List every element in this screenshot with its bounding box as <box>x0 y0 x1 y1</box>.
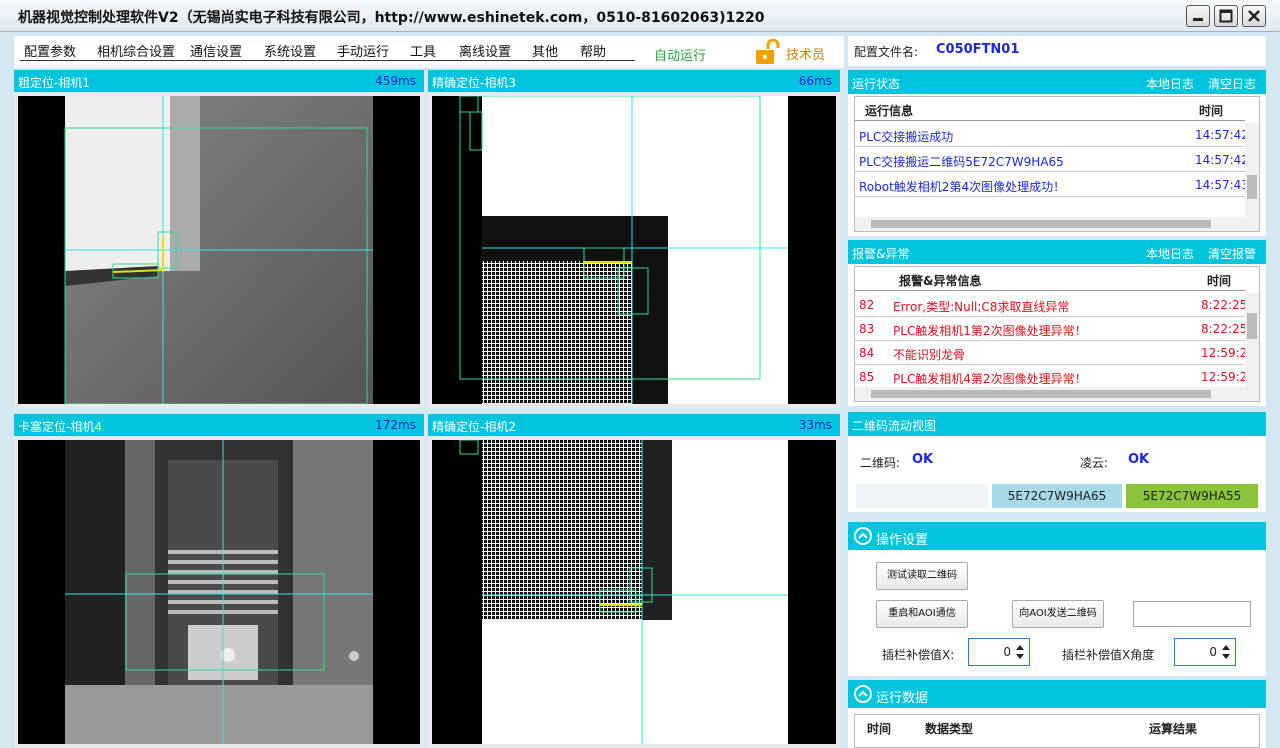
run-data-panel: 运行数据 时间 数据类型 运算结果 <box>848 680 1266 748</box>
window-title: 机器视觉控制处理软件V2（无锡尚实电子科技有限公司，http://www.esh… <box>18 10 765 26</box>
camera-time: 172ms <box>375 418 416 432</box>
spinner-icon <box>1222 645 1230 659</box>
menu-system-settings[interactable]: 系统设置 <box>264 41 316 60</box>
restart-aoi-button[interactable]: 重启和AOI通信 <box>876 600 968 628</box>
main-window: 机器视觉控制处理软件V2（无锡尚实电子科技有限公司，http://www.esh… <box>0 0 1280 748</box>
qr-cell-code1: 5E72C7W9HA65 <box>992 484 1122 508</box>
clear-log-link[interactable]: 清空日志 <box>1208 75 1256 92</box>
alarm-local-log-link[interactable]: 本地日志 <box>1146 245 1194 262</box>
horizontal-scrollbar[interactable] <box>855 217 1259 231</box>
cloud-label: 凌云: <box>1080 456 1109 470</box>
maximize-icon <box>1219 9 1233 23</box>
test-read-qr-button[interactable]: 测试读取二维码 <box>876 562 968 590</box>
menu-bar: 配置参数 相机综合设置 通信设置 系统设置 手动运行 工具 离线设置 其他 帮助… <box>14 36 844 68</box>
qr-title: 二维码流动视图 <box>852 419 937 433</box>
menu-help[interactable]: 帮助 <box>580 41 606 60</box>
camera-panel-4: 卡塞定位-相机4 172ms <box>14 414 424 748</box>
menu-offline-settings[interactable]: 离线设置 <box>459 41 511 60</box>
camera-panel-1: 粗定位-相机1 459ms <box>14 70 424 408</box>
close-button[interactable] <box>1242 5 1266 27</box>
table-row[interactable]: PLC交接搬运成功 14:57:42 <box>855 123 1249 147</box>
horizontal-scrollbar[interactable] <box>855 387 1259 401</box>
collapse-icon[interactable] <box>854 685 872 703</box>
camera-title: 精确定位-相机2 <box>432 420 516 434</box>
menu-config[interactable]: 配置参数 <box>24 41 76 60</box>
camera-time: 66ms <box>798 74 832 88</box>
clear-alarm-link[interactable]: 清空报警 <box>1208 245 1256 262</box>
collapse-icon[interactable] <box>854 527 872 545</box>
camera-title: 粗定位-相机1 <box>18 76 90 90</box>
comp-x-stepper[interactable]: 0 <box>968 638 1030 666</box>
close-icon <box>1248 10 1260 22</box>
config-label: 配置文件名: <box>854 45 919 59</box>
camera-title: 精确定位-相机3 <box>432 76 516 90</box>
qr-status: OK <box>912 452 934 467</box>
maximize-button[interactable] <box>1214 5 1238 27</box>
col-alarm-time: 时间 <box>1207 274 1232 288</box>
unlock-icon[interactable] <box>754 39 782 65</box>
minimize-button[interactable] <box>1186 5 1210 27</box>
col-run-info: 运行信息 <box>865 104 914 118</box>
alarm-table: 报警&异常信息 时间 82 Error,类型:Null;C8求取直线异常 8:22:… <box>854 266 1260 402</box>
menu-comm-settings[interactable]: 通信设置 <box>190 41 242 60</box>
ops-title: 操作设置 <box>876 533 929 548</box>
comp-xa-stepper[interactable]: 0 <box>1174 638 1236 666</box>
camera-view-2[interactable] <box>432 440 836 744</box>
camera-time: 459ms <box>375 74 416 88</box>
vertical-scrollbar[interactable] <box>1245 293 1259 387</box>
comp-x-label: 插栏补偿值X: <box>882 648 955 662</box>
table-row[interactable]: PLC交接搬运二维码5E72C7W9HA65 14:57:42 <box>855 148 1249 172</box>
table-row[interactable]: 84 不能识别龙骨 12:59:21 <box>855 341 1255 365</box>
minimize-icon <box>1193 18 1203 21</box>
camera-view-3[interactable] <box>432 96 836 404</box>
local-log-link[interactable]: 本地日志 <box>1146 75 1194 92</box>
run-status-panel: 运行状态 本地日志 清空日志 运行信息 时间 PLC交接搬运成功 14:57:42… <box>848 70 1266 236</box>
menu-underline <box>20 60 635 61</box>
auto-run-status: 自动运行 <box>654 49 707 64</box>
run-info-table: 运行信息 时间 PLC交接搬运成功 14:57:42 PLC交接搬运二维码5E72… <box>854 96 1260 232</box>
config-value: C050FTN01 <box>936 42 1020 57</box>
camera-panel-2: 精确定位-相机2 33ms <box>428 414 840 748</box>
camera-panel-3: 精确定位-相机3 66ms <box>428 70 840 408</box>
camera-time: 33ms <box>798 418 832 432</box>
camera-view-1[interactable] <box>18 96 420 404</box>
table-row[interactable]: 83 PLC触发相机1第2次图像处理异常！ 8:22:25 <box>855 317 1247 341</box>
col-result: 运算结果 <box>1149 722 1198 736</box>
col-time: 时间 <box>867 722 892 736</box>
send-qr-aoi-button[interactable]: 向AOI发送二维码 <box>1012 600 1104 628</box>
vertical-scrollbar[interactable] <box>1245 123 1259 217</box>
run-status-title: 运行状态 <box>852 77 901 91</box>
menu-tools[interactable]: 工具 <box>410 41 436 60</box>
menu-camera-settings[interactable]: 相机综合设置 <box>97 41 175 60</box>
table-row[interactable]: 82 Error,类型:Null;C8求取直线异常 8:22:25 <box>855 293 1247 317</box>
alarm-title: 报警&异常 <box>852 247 910 261</box>
qr-cell-empty <box>856 484 988 508</box>
qr-cell-code2: 5E72C7W9HA55 <box>1126 484 1258 508</box>
table-row[interactable]: Robot触发相机2第4次图像处理成功！ 14:57:43 <box>855 173 1249 197</box>
config-file-panel: 配置文件名: C050FTN01 <box>848 36 1266 66</box>
col-data-type: 数据类型 <box>925 722 974 736</box>
spinner-icon <box>1016 645 1024 659</box>
alarm-panel: 报警&异常 本地日志 清空报警 报警&异常信息 时间 82 Error,类型:Nu… <box>848 240 1266 406</box>
run-data-table: 时间 数据类型 运算结果 <box>854 714 1260 748</box>
col-time: 时间 <box>1199 104 1224 118</box>
title-bar: 机器视觉控制处理软件V2（无锡尚实电子科技有限公司，http://www.esh… <box>0 0 1280 32</box>
menu-manual-run[interactable]: 手动运行 <box>337 41 389 60</box>
qr-flow-panel: 二维码流动视图 二维码: OK 凌云: OK 5E72C7W9HA65 5E72… <box>848 412 1266 512</box>
table-row[interactable]: 85 PLC触发相机4第2次图像处理异常！ 12:59:21 <box>855 365 1255 389</box>
camera-title: 卡塞定位-相机4 <box>18 420 102 434</box>
qr-label: 二维码: <box>860 456 901 470</box>
aoi-input[interactable] <box>1133 601 1251 627</box>
run-data-title: 运行数据 <box>876 691 929 706</box>
menu-other[interactable]: 其他 <box>532 41 558 60</box>
col-alarm-info: 报警&异常信息 <box>899 274 982 288</box>
cloud-status: OK <box>1128 452 1150 467</box>
ops-panel: 操作设置 测试读取二维码 重启和AOI通信 向AOI发送二维码 插栏补偿值X: … <box>848 522 1266 676</box>
camera-view-4[interactable] <box>18 440 420 744</box>
role-label: 技术员 <box>786 48 826 63</box>
comp-xa-label: 插栏补偿值X角度 <box>1062 648 1155 662</box>
